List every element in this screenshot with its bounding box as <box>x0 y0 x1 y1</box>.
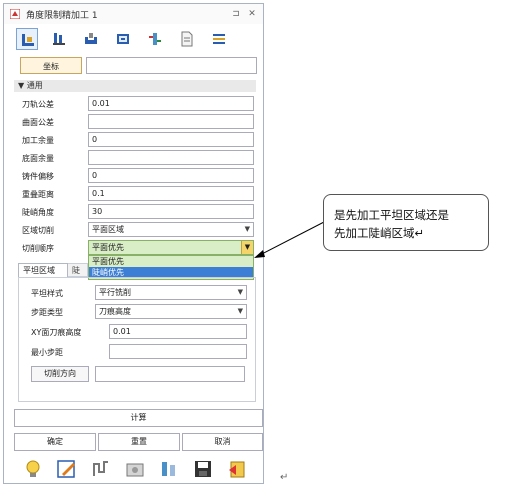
return-mark: ↵ <box>280 472 289 483</box>
flat-style-label: 平坦样式 <box>31 289 63 298</box>
param-input[interactable]: 0.01 <box>88 96 254 111</box>
dropdown-option[interactable]: 平面优先 <box>89 256 253 267</box>
simulate-icon[interactable] <box>124 458 146 480</box>
close-icon[interactable]: ✕ <box>246 8 258 20</box>
min-step-label: 最小步距 <box>31 348 63 357</box>
feed-icon[interactable] <box>144 28 166 50</box>
order-label: 切削顺序 <box>22 244 54 253</box>
save-icon[interactable] <box>192 458 214 480</box>
chevron-down-icon: ▼ <box>244 225 250 233</box>
param-label: 底面余量 <box>22 154 54 163</box>
param-input[interactable]: 0 <box>88 168 254 183</box>
flat-style-value: 平行铣削 <box>99 288 131 297</box>
xy-height-label: XY面刀痕高度 <box>31 328 82 337</box>
coordinate-field[interactable] <box>86 57 257 74</box>
section-general-header[interactable]: ▼ 通用 <box>14 80 256 92</box>
cut-direction-button[interactable]: 切削方向 <box>31 366 89 382</box>
param-input[interactable]: 30 <box>88 204 254 219</box>
param-label: 加工余量 <box>22 136 54 145</box>
step-type-row: 步距类型 刀痕高度 ▼ <box>31 304 257 320</box>
app-icon <box>10 9 20 19</box>
calculate-button[interactable]: 计算 <box>14 409 263 427</box>
region-tabs: 平坦区域 陡峭 <box>18 263 88 277</box>
step-type-select[interactable]: 刀痕高度 ▼ <box>95 304 247 319</box>
param-row: 刀轨公差 0.01 <box>18 96 256 112</box>
xy-height-input[interactable]: 0.01 <box>109 324 247 339</box>
window-title: 角度限制精加工 1 <box>26 11 98 21</box>
param-label: 重叠距离 <box>22 190 54 199</box>
param-row: 重叠距离 0.1 <box>18 186 256 202</box>
region-label: 区域切削 <box>22 226 54 235</box>
param-row: 陡峭角度 30 <box>18 204 256 220</box>
chevron-down-icon: ▼ <box>237 307 243 315</box>
callout-line-1: 是先加工平坦区域还是 <box>334 208 449 222</box>
cancel-button[interactable]: 取消 <box>182 433 263 451</box>
document-icon[interactable] <box>176 28 198 50</box>
order-value: 平面优先 <box>92 243 124 252</box>
flat-tab-content: 平坦样式 平行铣削 ▼ 步距类型 刀痕高度 ▼ XY面刀痕高度 0.01 最小步… <box>18 277 256 402</box>
param-label: 曲面公差 <box>22 118 54 127</box>
param-input[interactable]: 0 <box>88 132 254 147</box>
flat-style-row: 平坦样式 平行铣削 ▼ <box>31 285 257 301</box>
region-row: 区域切削 平面区域 ▼ <box>18 222 256 238</box>
toolbar <box>4 26 263 52</box>
coordinate-button[interactable]: 坐标 <box>20 57 82 74</box>
param-row: 铸件偏移 0 <box>18 168 256 184</box>
chevron-down-icon: ▼ <box>237 288 243 296</box>
param-row: 加工余量 0 <box>18 132 256 148</box>
reset-button[interactable]: 重置 <box>98 433 180 451</box>
min-step-row: 最小步距 <box>31 344 257 360</box>
region-value: 平面区域 <box>92 225 124 234</box>
edit-icon[interactable] <box>56 458 78 480</box>
param-row: 底面余量 <box>18 150 256 166</box>
order-select[interactable]: 平面优先 ▼ <box>88 240 254 255</box>
lightbulb-icon[interactable] <box>22 458 44 480</box>
pin-icon[interactable]: ⊐ <box>230 8 242 20</box>
param-label: 刀轨公差 <box>22 100 54 109</box>
ok-button[interactable]: 确定 <box>14 433 96 451</box>
param-label: 铸件偏移 <box>22 172 54 181</box>
annotation-callout: 是先加工平坦区域还是 先加工陡峭区域↵ <box>323 194 489 251</box>
param-row: 曲面公差 <box>18 114 256 130</box>
mill-tool-icon[interactable] <box>48 28 70 50</box>
toolpath-icon[interactable] <box>90 458 112 480</box>
analyze-icon[interactable] <box>158 458 180 480</box>
min-step-input[interactable] <box>109 344 247 359</box>
list-icon[interactable] <box>208 28 230 50</box>
param-label: 陡峭角度 <box>22 208 54 217</box>
flat-style-select[interactable]: 平行铣削 ▼ <box>95 285 247 300</box>
param-input[interactable] <box>88 150 254 165</box>
parameters-icon[interactable] <box>112 28 134 50</box>
settings-panel: 角度限制精加工 1 ⊐ ✕ 坐标 ▼ 通用 刀轨公差 0.01 曲面公差 加工余… <box>3 3 264 484</box>
chevron-down-icon[interactable]: ▼ <box>241 241 253 254</box>
callout-line-2: 先加工陡峭区域↵ <box>334 226 425 240</box>
cut-direction-field[interactable] <box>95 366 245 382</box>
xy-height-row: XY面刀痕高度 0.01 <box>31 324 257 340</box>
tab-steep-region[interactable]: 陡峭 <box>68 263 88 277</box>
tool-settings-icon[interactable] <box>16 28 38 50</box>
bottom-toolbar <box>14 456 263 482</box>
workpiece-icon[interactable] <box>80 28 102 50</box>
exit-icon[interactable] <box>226 458 248 480</box>
title-bar: 角度限制精加工 1 ⊐ ✕ <box>4 4 263 24</box>
region-select[interactable]: 平面区域 ▼ <box>88 222 254 237</box>
step-type-value: 刀痕高度 <box>99 307 131 316</box>
step-type-label: 步距类型 <box>31 308 63 317</box>
param-input[interactable]: 0.1 <box>88 186 254 201</box>
param-input[interactable] <box>88 114 254 129</box>
tab-flat-region[interactable]: 平坦区域 <box>18 263 68 277</box>
